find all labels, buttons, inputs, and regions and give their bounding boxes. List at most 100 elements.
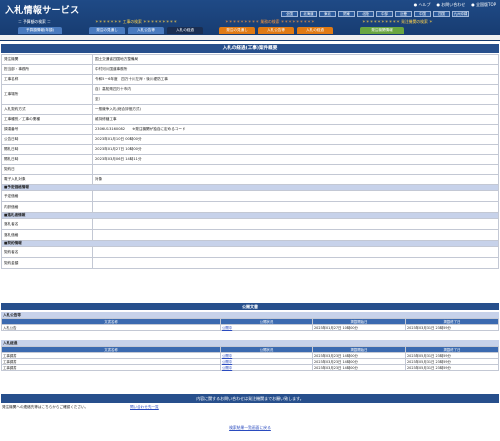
row-value: 2023年01月10日 00時00分	[92, 134, 499, 145]
row-value: 令和5－6年度 四万十川左岸・後川堤防工事	[92, 74, 499, 85]
row-label: 予定価格	[1, 190, 93, 202]
region-button-hokkaido[interactable]: 北海道	[300, 11, 317, 17]
row-value: 2306U13160082 ※発注機関が独自に定めるコード	[92, 124, 499, 135]
table-row: 工事調書 公開中 2023年03月23日 14時00分 2023年05月31日 …	[1, 364, 499, 371]
tab-service-notices[interactable]: 入札公告等	[258, 27, 294, 34]
doc-end: 2023年05月31日 23時59分	[405, 364, 499, 371]
region-button-chugoku[interactable]: 中国	[414, 11, 431, 17]
tab-underline	[0, 35, 500, 40]
doc-name: 工事調書	[1, 364, 221, 371]
row-label: 担当部・事務所	[1, 64, 93, 75]
case-summary-table: 発注機関 国土交通省四国地方整備局 担当部・事務所 中村河川国道事務所 工事名称 令和…	[1, 54, 499, 269]
row-label: 開札日時	[1, 144, 93, 155]
row-label: 電子入札対象	[1, 174, 93, 185]
table-row: 開札日時 2023年01月27日 10時00分	[1, 144, 499, 155]
row-value: 国土交通省四国地方整備局	[92, 54, 499, 65]
row-label: 落札者名	[1, 218, 93, 230]
row-value: 一般競争入札(総合評価方式)	[92, 104, 499, 115]
row-value: 中村河川国道事務所	[92, 64, 499, 75]
row-label: 落札価格	[1, 229, 93, 241]
row-value	[92, 218, 499, 230]
row-label: 契約者名	[1, 246, 93, 258]
tab-construction-outlook[interactable]: 発注の見通し	[89, 27, 125, 34]
public-docs-heading: 公開文書	[1, 303, 499, 310]
region-button-kyushu[interactable]: 九州沖縄	[452, 11, 469, 17]
contact-list-link[interactable]: 問い合わせ先一覧	[130, 405, 159, 410]
row-label: 工事名称	[1, 74, 93, 85]
national-top-link[interactable]: ● 全国版TOP	[471, 2, 496, 8]
row-value: 至）	[92, 94, 499, 105]
row-label: 契約金額	[1, 257, 93, 269]
doc-start: 2023年01月27日 10時00分	[312, 324, 406, 331]
tab-service-outlook[interactable]: 発注の見通し	[219, 27, 255, 34]
row-value	[92, 257, 499, 269]
site-title: 入札情報サービス	[5, 6, 80, 16]
row-label: 内訳価格	[1, 201, 93, 213]
table-row: 予定価格	[1, 190, 499, 202]
table-row: 落札価格	[1, 229, 499, 241]
table-row: 契約者名	[1, 246, 499, 258]
doc-status-link[interactable]: 公開中	[220, 324, 313, 331]
tab-agency-info[interactable]: 発注機関情報	[360, 27, 404, 34]
notice-docs-table: 文書名称 公開状況 掲載開始日 掲載終了日 入札公告 公開中 2023年01月2…	[1, 318, 499, 331]
row-value	[92, 246, 499, 258]
row-value: 2023年03月06日 14時11分	[92, 154, 499, 165]
table-row: 調達番号 2306U13160082 ※発注機関が独自に定めるコード	[1, 124, 499, 135]
table-row: 工事場所 自）高知県四万十市内	[1, 84, 499, 105]
row-label: 契約日	[1, 164, 93, 175]
row-value	[92, 164, 499, 175]
row-value	[92, 229, 499, 241]
result-docs-table: 文書名称 公開状況 掲載開始日 掲載終了日 工事調書 公開中 2023年03月2…	[1, 346, 499, 371]
header-links: ● ヘルプ ● お問い合わせ ● 全国版TOP	[414, 2, 496, 8]
back-to-results-link[interactable]: 検索結果一覧画面に戻る	[229, 425, 271, 430]
group-label-construction: ＊＊＊＊＊＊＊ 工事の検索 ＊＊＊＊＊＊＊＊＊	[95, 19, 178, 24]
table-row: 電子入札対象 対象	[1, 174, 499, 185]
group-label-agency: ＊＊＊＊＊＊＊＊＊＊ 発注機関の検索 ＊	[362, 19, 433, 24]
row-label: 入札契約方式	[1, 104, 93, 115]
doc-end: 2023年03月31日 23時59分	[405, 324, 499, 331]
table-row: 工事名称 令和5－6年度 四万十川左岸・後川堤防工事	[1, 74, 499, 85]
table-row: 入札契約方式 一般競争入札(総合評価方式)	[1, 104, 499, 115]
back-link-wrapper: 検索結果一覧画面に戻る	[0, 425, 500, 431]
region-button-tohoku[interactable]: 東北	[319, 11, 336, 17]
table-row: 発注機関 国土交通省四国地方整備局	[1, 54, 499, 65]
inquiry-link[interactable]: ● お問い合わせ	[436, 2, 465, 8]
case-summary-heading: 入札の経過(工事)案件概要	[1, 44, 499, 53]
group-label-budget: ＝ 予算額の検索 ＝	[18, 19, 51, 24]
table-row: 落札者名	[1, 218, 499, 230]
row-label: 開札日時	[1, 154, 93, 165]
row-label: 公告日時	[1, 134, 93, 145]
table-row: 入札公告 公開中 2023年01月27日 10時00分 2023年03月31日 …	[1, 324, 499, 331]
row-label: 工事場所	[1, 84, 93, 105]
tab-construction-results[interactable]: 入札の経過	[167, 27, 203, 34]
region-button-hokuriku[interactable]: 北陸	[357, 11, 374, 17]
region-button-zenkoku[interactable]: 全国	[281, 11, 298, 17]
table-row: 契約日	[1, 164, 499, 175]
doc-name: 入札公告	[1, 324, 221, 331]
table-row: 工事種別／工事の業種 維持修繕工事	[1, 114, 499, 125]
region-button-chubu[interactable]: 中部	[376, 11, 393, 17]
group-label-service: ＊＊＊＊＊＊＊＊＊ 業務の検索 ＊＊＊＊＊＊＊＊＊	[225, 19, 315, 24]
help-link[interactable]: ● ヘルプ	[414, 2, 431, 8]
region-button-shikoku[interactable]: 四国	[433, 11, 450, 17]
table-row: 開札日時 2023年03月06日 14時11分	[1, 154, 499, 165]
tab-service-results[interactable]: 入札の経過	[297, 27, 333, 34]
row-label: 調達番号	[1, 124, 93, 135]
row-value: 対象	[92, 174, 499, 185]
row-value	[92, 201, 499, 213]
doc-start: 2023年03月23日 14時00分	[312, 364, 406, 371]
tab-budget-info[interactable]: 予算額情報(年額)	[18, 27, 62, 34]
row-value: 維持修繕工事	[92, 114, 499, 125]
region-button-kinki[interactable]: 近畿	[395, 11, 412, 17]
doc-status-link[interactable]: 公開中	[220, 364, 313, 371]
region-button-kanto[interactable]: 関東	[338, 11, 355, 17]
row-value	[92, 190, 499, 202]
table-row: 内訳価格	[1, 201, 499, 213]
table-row: 担当部・事務所 中村河川国道事務所	[1, 64, 499, 75]
region-buttons: 全国 北海道 東北 関東 北陸 中部 近畿 中国 四国 九州沖縄	[281, 11, 469, 17]
tab-construction-notices[interactable]: 入札公告等	[128, 27, 164, 34]
row-value: 自）高知県四万十市内	[92, 84, 499, 95]
table-row: 公告日時 2023年01月10日 00時00分	[1, 134, 499, 145]
table-row: 契約金額	[1, 257, 499, 269]
row-label: 工事種別／工事の業種	[1, 114, 93, 125]
